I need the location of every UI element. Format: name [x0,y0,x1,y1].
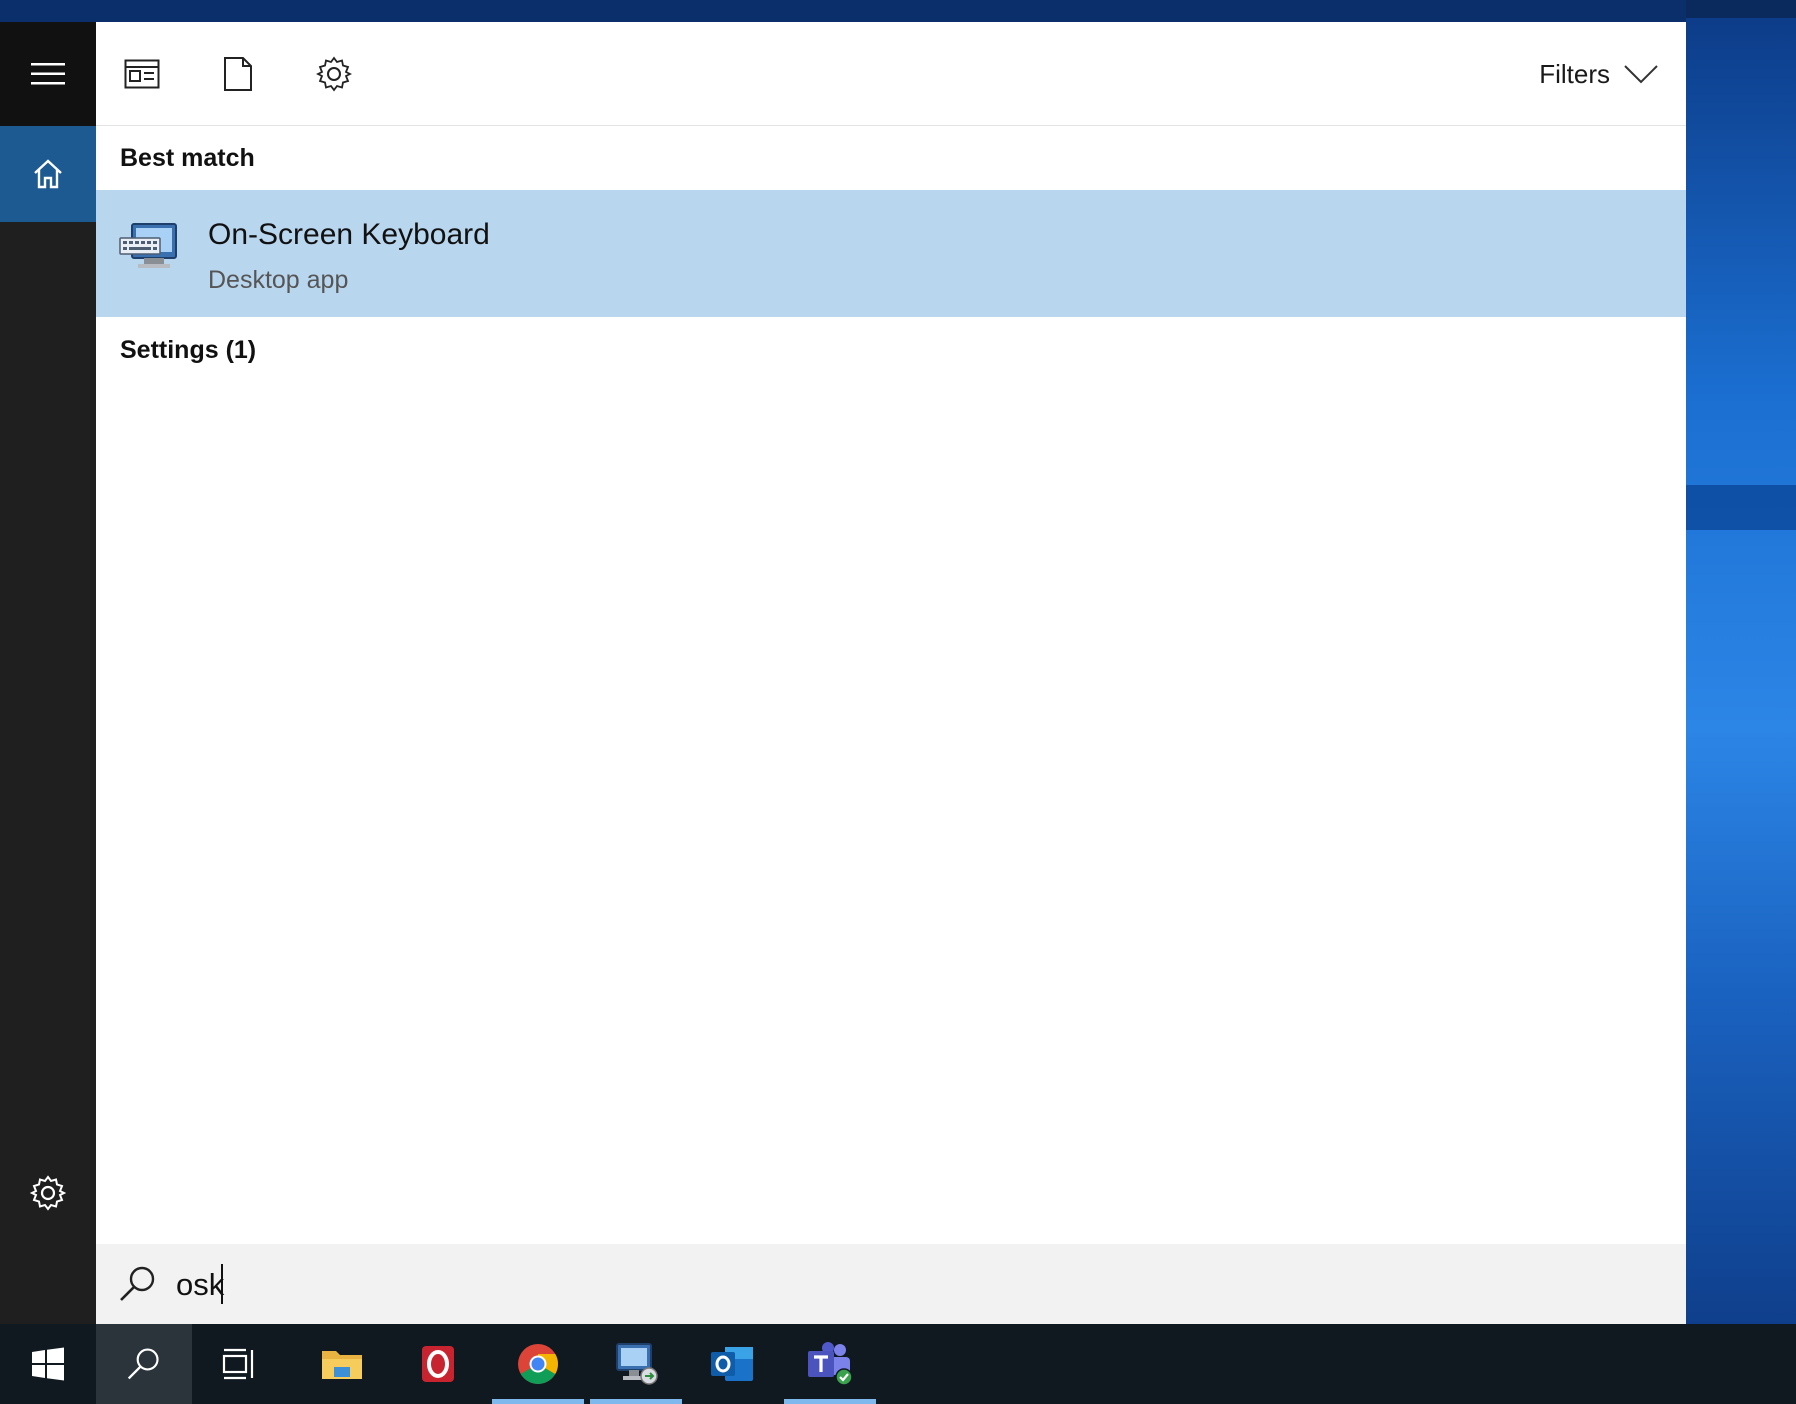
file-explorer-button[interactable] [294,1324,390,1404]
start-icon [32,1347,64,1381]
chrome-icon [518,1344,558,1384]
hamburger-icon [31,63,65,85]
teams-icon [808,1342,853,1386]
scope-settings-button[interactable] [312,52,356,96]
task-view-icon [222,1348,254,1380]
outlook-icon [711,1347,753,1381]
scope-apps-button[interactable] [120,52,164,96]
search-input[interactable] [174,1258,1658,1312]
search-panel: Filters Best match On-Screen Keyboard De… [96,22,1686,1324]
opera-button[interactable] [390,1324,486,1404]
hamburger-menu-button[interactable] [0,22,96,126]
remote-desktop-icon [616,1343,658,1385]
result-title: On-Screen Keyboard [208,218,490,251]
settings-button[interactable] [0,1152,96,1234]
file-explorer-icon [322,1351,362,1379]
news-icon [124,59,160,89]
text-caret [221,1264,223,1304]
chevron-down-icon [1624,65,1658,84]
chrome-button[interactable] [490,1324,586,1404]
running-indicator [784,1399,876,1404]
start-left-rail [0,22,96,1324]
search-icon [127,1348,159,1380]
opera-icon [422,1346,454,1382]
settings-heading[interactable]: Settings (1) [120,336,256,365]
gear-icon [316,56,352,92]
search-scope-toolbar: Filters [96,22,1686,126]
document-icon [224,57,252,91]
search-icon [120,1266,155,1301]
gear-icon [30,1175,66,1211]
filters-label: Filters [1539,58,1610,89]
best-match-heading: Best match [120,144,255,172]
on-screen-keyboard-icon [119,223,177,268]
home-button[interactable] [0,126,96,222]
teams-button[interactable] [782,1324,878,1404]
taskbar-search-button[interactable] [96,1324,192,1404]
result-subtitle: Desktop app [208,266,349,294]
taskbar [0,1324,1796,1404]
task-view-button[interactable] [192,1324,288,1404]
desktop-wallpaper [1686,0,1796,1324]
start-button[interactable] [0,1324,96,1404]
search-box [96,1244,1686,1324]
scope-documents-button[interactable] [216,52,260,96]
running-indicator [492,1399,584,1404]
running-indicator [590,1399,682,1404]
filters-dropdown[interactable]: Filters [1539,52,1658,96]
desktop-background [0,0,1686,22]
outlook-button[interactable] [684,1324,780,1404]
home-icon [34,159,62,189]
result-on-screen-keyboard[interactable]: On-Screen Keyboard Desktop app [96,190,1686,317]
remote-desktop-button[interactable] [588,1324,684,1404]
